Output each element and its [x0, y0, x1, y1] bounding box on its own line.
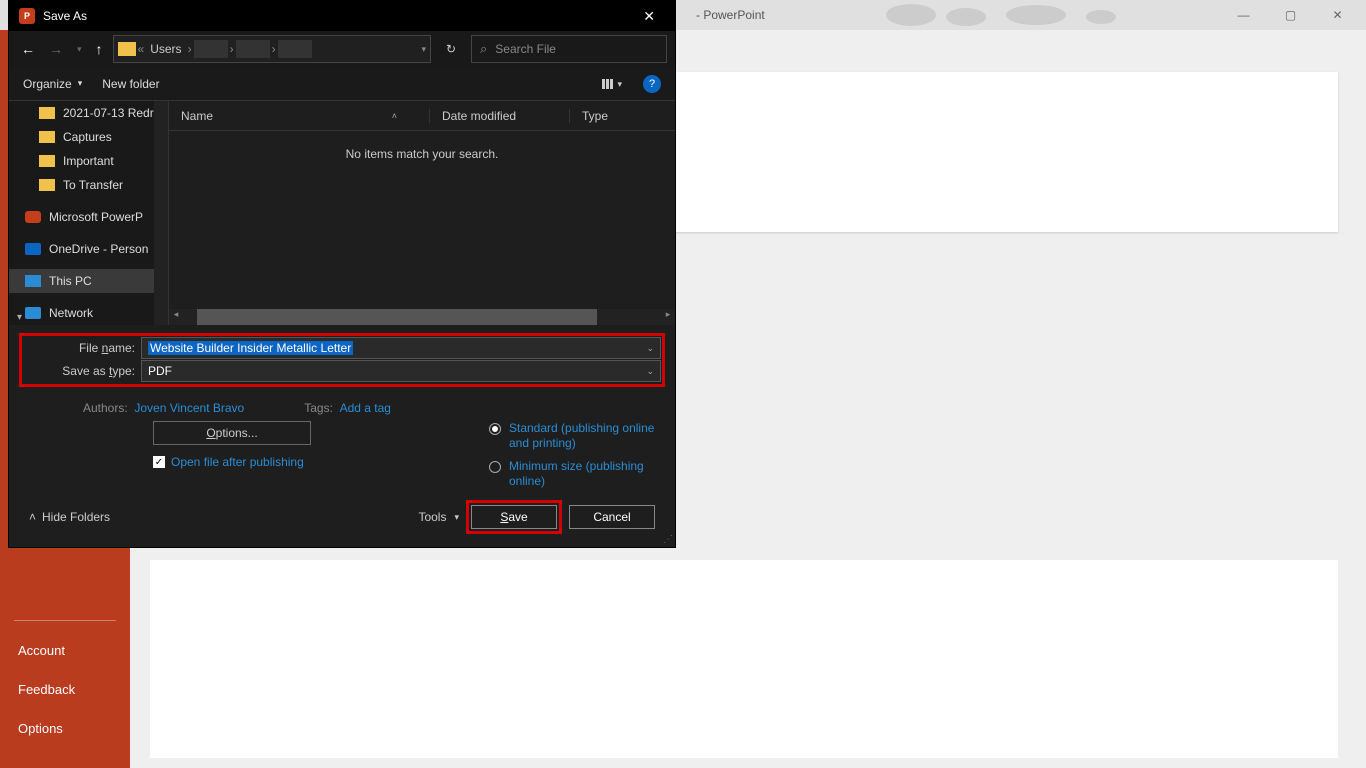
sidebar-item: Network	[9, 301, 168, 325]
search-box[interactable]: ⌕ Search File	[471, 35, 667, 63]
up-button[interactable]: ↑	[92, 39, 107, 59]
lower-panel	[150, 560, 1338, 758]
close-icon[interactable]: ✕	[633, 4, 665, 29]
view-mode-button[interactable]: ▾	[602, 77, 623, 91]
forward-button[interactable]: →	[45, 39, 67, 59]
sidebar-item: Microsoft PowerP	[9, 205, 168, 229]
this-pc-icon	[25, 275, 41, 287]
chevron-down-icon: ▾	[78, 78, 83, 89]
horizontal-scrollbar[interactable]: ◂▸	[169, 309, 675, 325]
dialog-title: Save As	[43, 9, 87, 23]
radio-standard[interactable]: Standard (publishing online and printing…	[489, 421, 659, 451]
backstage-feedback[interactable]: Feedback	[0, 670, 130, 709]
organize-menu[interactable]: Organize ▾	[23, 77, 82, 91]
col-name[interactable]: Name	[181, 109, 213, 123]
powerpoint-icon	[25, 211, 41, 223]
search-placeholder: Search File	[495, 42, 556, 56]
empty-message: No items match your search.	[169, 131, 675, 309]
chevron-right-icon[interactable]: ›	[272, 42, 276, 56]
backstage-account[interactable]: Account	[0, 631, 130, 670]
checkbox-icon: ✓	[153, 456, 165, 468]
tags-value[interactable]: Add a tag	[340, 401, 391, 415]
filename-label: File name:	[23, 341, 141, 355]
decorative-clouds	[886, 0, 1186, 30]
breadcrumb-prefix: «	[138, 42, 145, 56]
chevron-up-icon: ˄	[29, 510, 36, 524]
sidebar-item: To Transfer	[9, 173, 168, 197]
chevron-down-icon[interactable]: ⌄	[646, 366, 654, 377]
sidebar-item-thispc: This PC	[9, 269, 168, 293]
open-after-checkbox[interactable]: ✓ Open file after publishing	[153, 455, 304, 469]
filename-input[interactable]: Website Builder Insider Metallic Letter …	[141, 337, 661, 359]
saveastype-select[interactable]: PDF ⌄	[141, 360, 661, 382]
sort-indicator: ˄	[392, 111, 397, 121]
tools-menu[interactable]: Tools ▾	[418, 510, 459, 524]
backstage-options[interactable]: Options	[0, 709, 130, 748]
network-icon	[25, 307, 41, 319]
dialog-toolbar: Organize ▾ New folder ▾ ?	[9, 67, 675, 101]
powerpoint-icon: P	[19, 8, 35, 24]
folder-icon	[39, 131, 55, 143]
chevron-right-icon[interactable]: ›	[188, 42, 192, 56]
cancel-button[interactable]: Cancel	[569, 505, 655, 529]
search-icon: ⌕	[480, 41, 487, 57]
close-button[interactable]: ✕	[1315, 1, 1360, 29]
radio-minimum[interactable]: Minimum size (publishing online)	[489, 459, 659, 489]
file-list-pane: Name ˄ Date modified Type No items match …	[169, 101, 675, 325]
chevron-down-icon: ▾	[454, 512, 459, 523]
saveastype-label: Save as type:	[23, 364, 141, 378]
column-headers[interactable]: Name ˄ Date modified Type	[169, 101, 675, 131]
recent-dropdown[interactable]: ▾	[73, 42, 86, 57]
chevron-down-icon[interactable]: ⌄	[646, 343, 654, 354]
radio-icon	[489, 423, 501, 435]
folder-tree[interactable]: 2021-07-13 Redr Captures Important To Tr…	[9, 101, 169, 325]
save-as-dialog: P Save As ✕ ← → ▾ ↑ « Users › › › ▾ ↻ ⌕ …	[8, 0, 676, 548]
folder-icon	[39, 179, 55, 191]
filename-value: Website Builder Insider Metallic Letter	[148, 341, 353, 355]
authors-label: Authors:	[83, 401, 128, 415]
sidebar-item: 2021-07-13 Redr	[9, 101, 168, 125]
onedrive-icon	[25, 243, 41, 255]
sidebar-scrollbar[interactable]	[154, 101, 168, 325]
chevron-down-icon[interactable]: ▾	[421, 44, 426, 55]
save-form: File name: Website Builder Insider Metal…	[9, 325, 675, 547]
highlight-box: File name: Website Builder Insider Metal…	[19, 333, 665, 387]
saveastype-value: PDF	[148, 364, 172, 378]
back-button[interactable]: ←	[17, 39, 39, 59]
maximize-button[interactable]: ▢	[1268, 1, 1313, 29]
nav-row: ← → ▾ ↑ « Users › › › ▾ ↻ ⌕ Search File	[9, 31, 675, 67]
chevron-right-icon[interactable]: ›	[230, 42, 234, 56]
radio-icon	[489, 461, 501, 473]
minimize-button[interactable]: —	[1221, 1, 1266, 29]
new-folder-button[interactable]: New folder	[102, 77, 159, 91]
folder-icon	[39, 155, 55, 167]
folder-icon	[118, 42, 136, 56]
dialog-titlebar[interactable]: P Save As ✕	[9, 1, 675, 31]
save-button[interactable]: Save	[471, 505, 557, 529]
tags-label: Tags:	[304, 401, 333, 415]
sidebar-item: Captures	[9, 125, 168, 149]
help-button[interactable]: ?	[643, 75, 661, 93]
breadcrumb-redacted-2[interactable]	[236, 40, 270, 58]
breadcrumb-redacted-3[interactable]	[278, 40, 312, 58]
chevron-down-icon[interactable]: ▾	[17, 312, 22, 323]
ppt-title-suffix: - PowerPoint	[696, 8, 765, 22]
folder-icon	[39, 107, 55, 119]
refresh-button[interactable]: ↻	[437, 42, 465, 56]
col-date[interactable]: Date modified	[429, 109, 569, 123]
resize-grip[interactable]: ⋰	[663, 534, 673, 545]
sidebar-item: Important	[9, 149, 168, 173]
breadcrumb-users[interactable]: Users	[146, 42, 185, 56]
col-type[interactable]: Type	[569, 109, 675, 123]
sidebar-item: OneDrive - Person	[9, 237, 168, 261]
hide-folders-button[interactable]: ˄ Hide Folders	[29, 510, 110, 524]
breadcrumb-redacted-1[interactable]	[194, 40, 228, 58]
address-bar[interactable]: « Users › › › ▾	[113, 35, 431, 63]
options-button[interactable]: Options...	[153, 421, 311, 445]
authors-value[interactable]: Joven Vincent Bravo	[134, 401, 244, 415]
